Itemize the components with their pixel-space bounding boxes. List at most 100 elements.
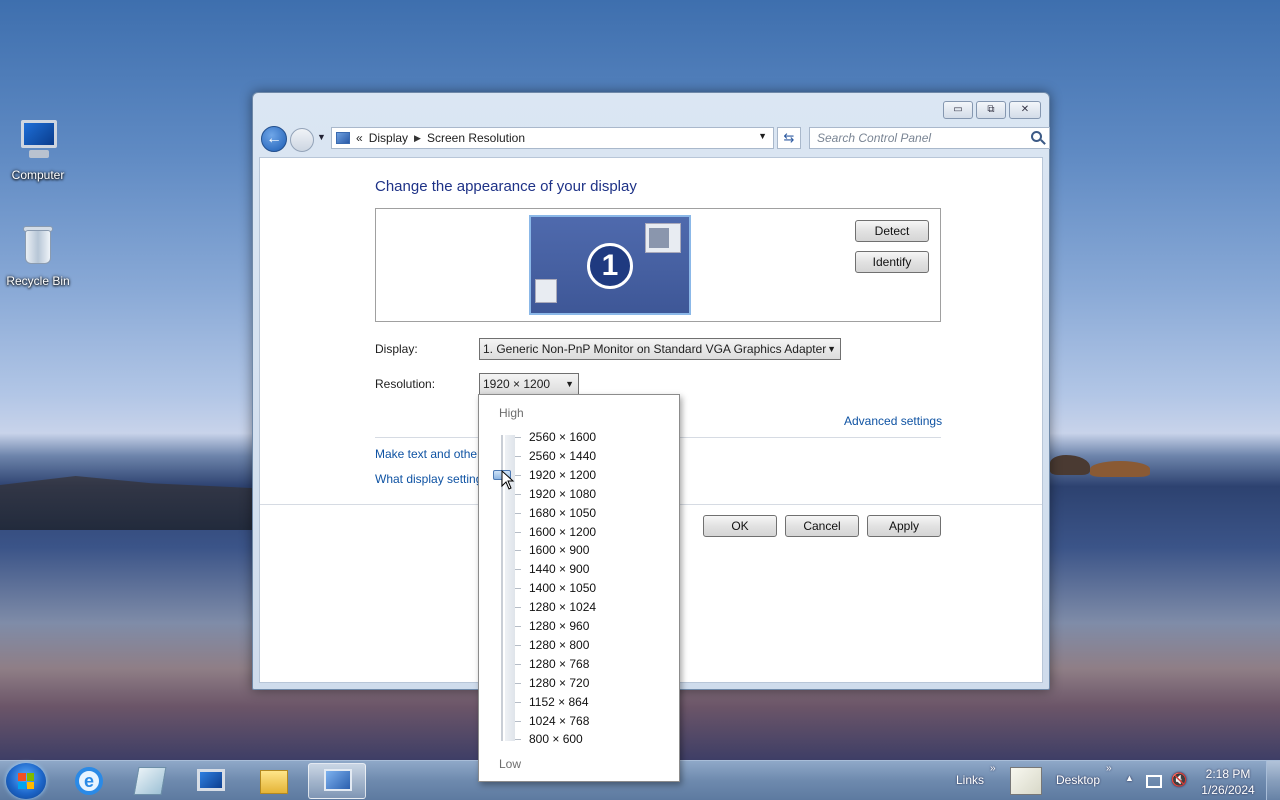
minimize-button[interactable]: ▭ [943,101,973,119]
taskbar-control-panel[interactable] [308,763,366,799]
window-controls: ▭ ⧉ ✕ [943,101,1041,119]
resolution-option[interactable]: 2560 × 1440 [529,449,596,463]
windows-logo-icon [18,773,34,789]
resolution-option[interactable]: 1280 × 960 [529,619,589,633]
text-size-link[interactable]: Make text and other [375,447,481,461]
identify-button[interactable]: Identify [855,251,929,273]
resolution-select-value: 1920 × 1200 [483,377,551,391]
slider-tick [515,550,521,552]
notepad-icon [133,767,167,795]
slider-tick [515,437,521,438]
taskbar-computer[interactable] [182,763,240,799]
advanced-settings-link[interactable]: Advanced settings [844,414,942,428]
ok-button[interactable]: OK [703,515,777,537]
high-label: High [499,406,524,420]
network-icon[interactable] [1146,775,1162,788]
document-thumbnail-icon [535,279,557,303]
monitor-number: 1 [587,243,633,289]
page-title: Change the appearance of your display [375,178,637,195]
slider-tick [515,474,521,476]
slider-tick [515,739,521,741]
breadcrumb-separator-icon[interactable]: ▶ [414,133,421,144]
clock-time: 2:18 PM [1205,767,1251,781]
slider-tick [515,626,521,627]
links-toolbar-label[interactable]: Links [956,773,984,787]
show-desktop-button[interactable] [1266,761,1280,800]
links-chevron-icon[interactable]: » [990,763,996,774]
taskbar-file-explorer[interactable] [245,763,303,799]
desktop-icon-recycle-bin[interactable]: Recycle Bin [0,224,76,288]
desktop-chevron-icon[interactable]: » [1106,763,1112,774]
resolution-option[interactable]: 1280 × 800 [529,638,589,652]
address-dropdown-icon[interactable]: ▼ [758,131,767,141]
desktop-toolbar-label[interactable]: Desktop [1056,773,1100,787]
slider-tick [515,701,521,703]
slider-tick [515,663,521,665]
chevron-down-icon: ▼ [827,344,836,354]
slider-tick [515,588,521,590]
resolution-option[interactable]: 1920 × 1080 [529,487,596,501]
resolution-option[interactable]: 1152 × 864 [529,695,589,709]
desktop-rocks-left [0,476,252,530]
address-bar[interactable]: « Display ▶ Screen Resolution ▼ [331,127,774,149]
window-thumbnail-icon [645,223,681,253]
resolution-option[interactable]: 1280 × 768 [529,657,589,671]
slider-tick [515,644,521,646]
tablet-input-icon[interactable] [1010,767,1042,795]
close-button[interactable]: ✕ [1009,101,1041,119]
slider-tick [515,512,521,514]
chevron-down-icon: ▼ [565,379,574,389]
computer-icon [15,118,61,164]
desktop-icon-label: Computer [11,168,65,182]
resolution-label: Resolution: [375,377,436,391]
resolution-select[interactable]: 1920 × 1200 ▼ [479,373,579,395]
cancel-button[interactable]: Cancel [785,515,859,537]
resolution-option[interactable]: 800 × 600 [529,732,583,746]
refresh-button[interactable]: ⇆ [777,127,801,149]
forward-button[interactable] [290,128,314,152]
resolution-option[interactable]: 1024 × 768 [529,714,589,728]
slider-tick [515,493,521,495]
navigation-bar: ← ▼ « Display ▶ Screen Resolution ▼ ⇆ Se… [261,126,1050,152]
volume-muted-icon[interactable]: 🔇 [1171,772,1187,788]
resolution-option[interactable]: 1680 × 1050 [529,506,596,520]
breadcrumb-display[interactable]: Display [369,131,408,145]
resolution-option[interactable]: 1400 × 1050 [529,581,596,595]
recent-pages-dropdown-icon[interactable]: ▼ [317,132,326,142]
display-select-value: 1. Generic Non-PnP Monitor on Standard V… [483,342,827,356]
back-button[interactable]: ← [261,126,287,152]
resolution-option[interactable]: 1920 × 1200 [529,468,596,482]
resolution-option[interactable]: 1440 × 900 [529,562,589,576]
breadcrumb-screen-resolution[interactable]: Screen Resolution [427,131,525,145]
taskbar-notepad[interactable] [121,763,179,799]
resolution-option[interactable]: 1600 × 1200 [529,525,596,539]
detect-button[interactable]: Detect [855,220,929,242]
monitor-1[interactable]: 1 [529,215,691,315]
slider-tick [515,455,521,457]
resolution-option[interactable]: 2560 × 1600 [529,430,596,444]
search-icon[interactable] [1031,131,1042,142]
desktop-icon-computer[interactable]: Computer [0,118,76,182]
search-input[interactable]: Search Control Panel [809,127,1050,149]
taskbar-internet-explorer[interactable]: e [60,763,118,799]
start-button[interactable] [6,763,46,799]
breadcrumb-root[interactable]: « [356,131,363,145]
apply-button[interactable]: Apply [867,515,941,537]
display-select[interactable]: 1. Generic Non-PnP Monitor on Standard V… [479,338,841,360]
search-placeholder: Search Control Panel [817,131,932,145]
resolution-option[interactable]: 1280 × 720 [529,676,589,690]
maximize-button[interactable]: ⧉ [976,101,1006,119]
show-hidden-icons-icon[interactable]: ▲ [1125,773,1134,783]
display-label: Display: [375,342,418,356]
computer-icon [197,769,225,791]
resolution-option[interactable]: 1600 × 900 [529,543,589,557]
resolution-option[interactable]: 1280 × 1024 [529,600,596,614]
mouse-cursor-icon [501,470,515,490]
clock[interactable]: 2:18 PM 1/26/2024 [1196,766,1260,798]
desktop-rocks-right [1050,455,1280,495]
clock-date: 1/26/2024 [1201,783,1255,797]
low-label: Low [499,757,522,771]
desktop-icon-label: Recycle Bin [6,274,70,288]
recycle-bin-icon [15,224,61,270]
display-settings-help-link[interactable]: What display setting [375,472,482,486]
